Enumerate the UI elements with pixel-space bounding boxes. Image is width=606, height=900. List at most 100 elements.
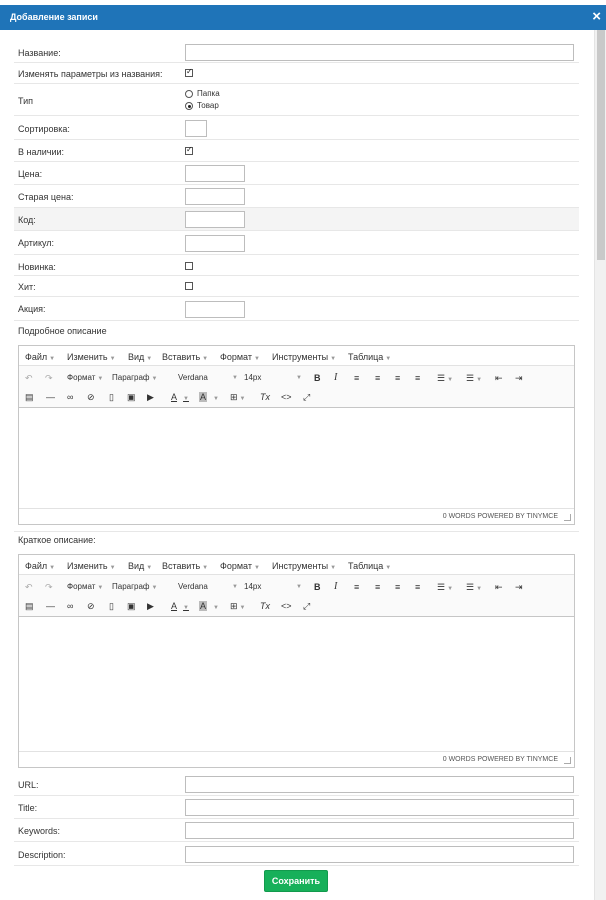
menu-format[interactable]: Формат ▼ <box>220 352 260 362</box>
undo-icon[interactable]: ↶ <box>25 581 33 593</box>
indent-icon[interactable]: ⇥ <box>515 581 523 593</box>
type-radio-product[interactable] <box>185 102 193 110</box>
align-center-icon[interactable]: ≡ <box>375 372 380 384</box>
numbered-list-icon[interactable]: ☰ ▼ <box>466 372 482 386</box>
unlink-icon[interactable]: ⊘ <box>87 600 95 612</box>
code-icon[interactable]: <> <box>281 391 292 403</box>
menu-file[interactable]: Файл ▼ <box>25 352 55 362</box>
italic-icon[interactable]: I <box>334 372 337 384</box>
font-dropdown[interactable]: Verdana ▼ <box>178 372 238 384</box>
horizontal-rule-icon[interactable]: — <box>46 600 55 612</box>
menu-view[interactable]: Вид ▼ <box>128 352 152 362</box>
indent-icon[interactable]: ⇥ <box>515 372 523 384</box>
change-params-checkbox[interactable] <box>185 67 193 77</box>
redo-icon[interactable]: ↷ <box>45 372 53 384</box>
bullet-list-icon[interactable]: ☰ ▼ <box>437 372 453 386</box>
clear-format-icon[interactable]: Tx <box>260 391 270 403</box>
unlink-icon[interactable]: ⊘ <box>87 391 95 403</box>
bookmark-icon[interactable]: ▯ <box>109 391 114 403</box>
menu-edit[interactable]: Изменить ▼ <box>67 352 116 362</box>
align-justify-icon[interactable]: ≡ <box>415 581 420 593</box>
close-icon[interactable]: × <box>592 8 601 26</box>
resize-handle-icon[interactable] <box>564 757 571 764</box>
in-stock-checkbox[interactable] <box>185 145 193 155</box>
bold-icon[interactable]: B <box>314 581 321 593</box>
outdent-icon[interactable]: ⇤ <box>495 372 503 384</box>
code-icon[interactable]: <> <box>281 600 292 612</box>
new-checkbox[interactable] <box>185 262 193 270</box>
menu-format[interactable]: Формат ▼ <box>220 561 260 571</box>
clear-format-icon[interactable]: Tx <box>260 600 270 612</box>
paragraph-dropdown[interactable]: Параграф ▼ <box>112 581 157 594</box>
old-price-input[interactable] <box>185 188 245 205</box>
menu-file[interactable]: Файл ▼ <box>25 561 55 571</box>
format-dropdown[interactable]: Формат ▼ <box>67 372 103 385</box>
image-icon[interactable]: ▣ <box>127 391 136 403</box>
code-label: Код: <box>18 215 36 225</box>
menu-insert[interactable]: Вставить ▼ <box>162 352 208 362</box>
text-color-icon[interactable]: A ▼ <box>171 391 189 405</box>
background-color-icon[interactable]: A ▼ <box>199 600 219 614</box>
sort-input[interactable] <box>185 120 207 137</box>
link-icon[interactable]: ∞ <box>67 391 73 403</box>
promo-input[interactable] <box>185 301 245 318</box>
media-icon[interactable]: ▶ <box>147 600 154 612</box>
paste-icon[interactable]: ▤ <box>25 600 34 612</box>
short-description-content[interactable] <box>19 617 574 751</box>
paragraph-dropdown[interactable]: Параграф ▼ <box>112 372 157 385</box>
full-description-content[interactable] <box>19 408 574 508</box>
align-right-icon[interactable]: ≡ <box>395 581 400 593</box>
menu-table[interactable]: Таблица ▼ <box>348 352 391 362</box>
article-input[interactable] <box>185 235 245 252</box>
row-title: Title: <box>14 796 579 819</box>
bullet-list-icon[interactable]: ☰ ▼ <box>437 581 453 595</box>
vertical-scrollbar[interactable] <box>594 30 606 900</box>
title-input[interactable] <box>185 799 574 816</box>
text-color-icon[interactable]: A ▼ <box>171 600 189 614</box>
paste-icon[interactable]: ▤ <box>25 391 34 403</box>
undo-icon[interactable]: ↶ <box>25 372 33 384</box>
type-radio-folder[interactable] <box>185 90 193 98</box>
table-icon[interactable]: ⊞ ▼ <box>230 600 246 614</box>
background-color-icon[interactable]: A ▼ <box>199 391 219 405</box>
description-input[interactable] <box>185 846 574 863</box>
font-dropdown[interactable]: Verdana ▼ <box>178 581 238 593</box>
menu-tools[interactable]: Инструменты ▼ <box>272 352 336 362</box>
menu-tools[interactable]: Инструменты ▼ <box>272 561 336 571</box>
bookmark-icon[interactable]: ▯ <box>109 600 114 612</box>
fullscreen-icon[interactable]: ⤢ <box>303 391 310 403</box>
size-dropdown[interactable]: 14px ▼ <box>244 372 302 384</box>
scrollbar-thumb[interactable] <box>597 30 605 260</box>
name-input[interactable] <box>185 44 574 61</box>
menu-view[interactable]: Вид ▼ <box>128 561 152 571</box>
resize-handle-icon[interactable] <box>564 514 571 521</box>
align-justify-icon[interactable]: ≡ <box>415 372 420 384</box>
italic-icon[interactable]: I <box>334 581 337 593</box>
numbered-list-icon[interactable]: ☰ ▼ <box>466 581 482 595</box>
chevron-down-icon: ▼ <box>49 356 56 362</box>
horizontal-rule-icon[interactable]: — <box>46 391 55 403</box>
price-input[interactable] <box>185 165 245 182</box>
bold-icon[interactable]: B <box>314 372 321 384</box>
menu-table[interactable]: Таблица ▼ <box>348 561 391 571</box>
format-dropdown[interactable]: Формат ▼ <box>67 581 103 594</box>
outdent-icon[interactable]: ⇤ <box>495 581 503 593</box>
menu-insert[interactable]: Вставить ▼ <box>162 561 208 571</box>
align-right-icon[interactable]: ≡ <box>395 372 400 384</box>
align-left-icon[interactable]: ≡ <box>354 372 359 384</box>
align-center-icon[interactable]: ≡ <box>375 581 380 593</box>
hit-checkbox[interactable] <box>185 282 193 290</box>
table-icon[interactable]: ⊞ ▼ <box>230 391 246 405</box>
image-icon[interactable]: ▣ <box>127 600 136 612</box>
code-input[interactable] <box>185 211 245 228</box>
keywords-input[interactable] <box>185 822 574 839</box>
align-left-icon[interactable]: ≡ <box>354 581 359 593</box>
link-icon[interactable]: ∞ <box>67 600 73 612</box>
size-dropdown[interactable]: 14px ▼ <box>244 581 302 593</box>
menu-edit[interactable]: Изменить ▼ <box>67 561 116 571</box>
fullscreen-icon[interactable]: ⤢ <box>303 600 310 612</box>
media-icon[interactable]: ▶ <box>147 391 154 403</box>
redo-icon[interactable]: ↷ <box>45 581 53 593</box>
save-button[interactable]: Сохранить <box>264 870 328 892</box>
url-input[interactable] <box>185 776 574 793</box>
